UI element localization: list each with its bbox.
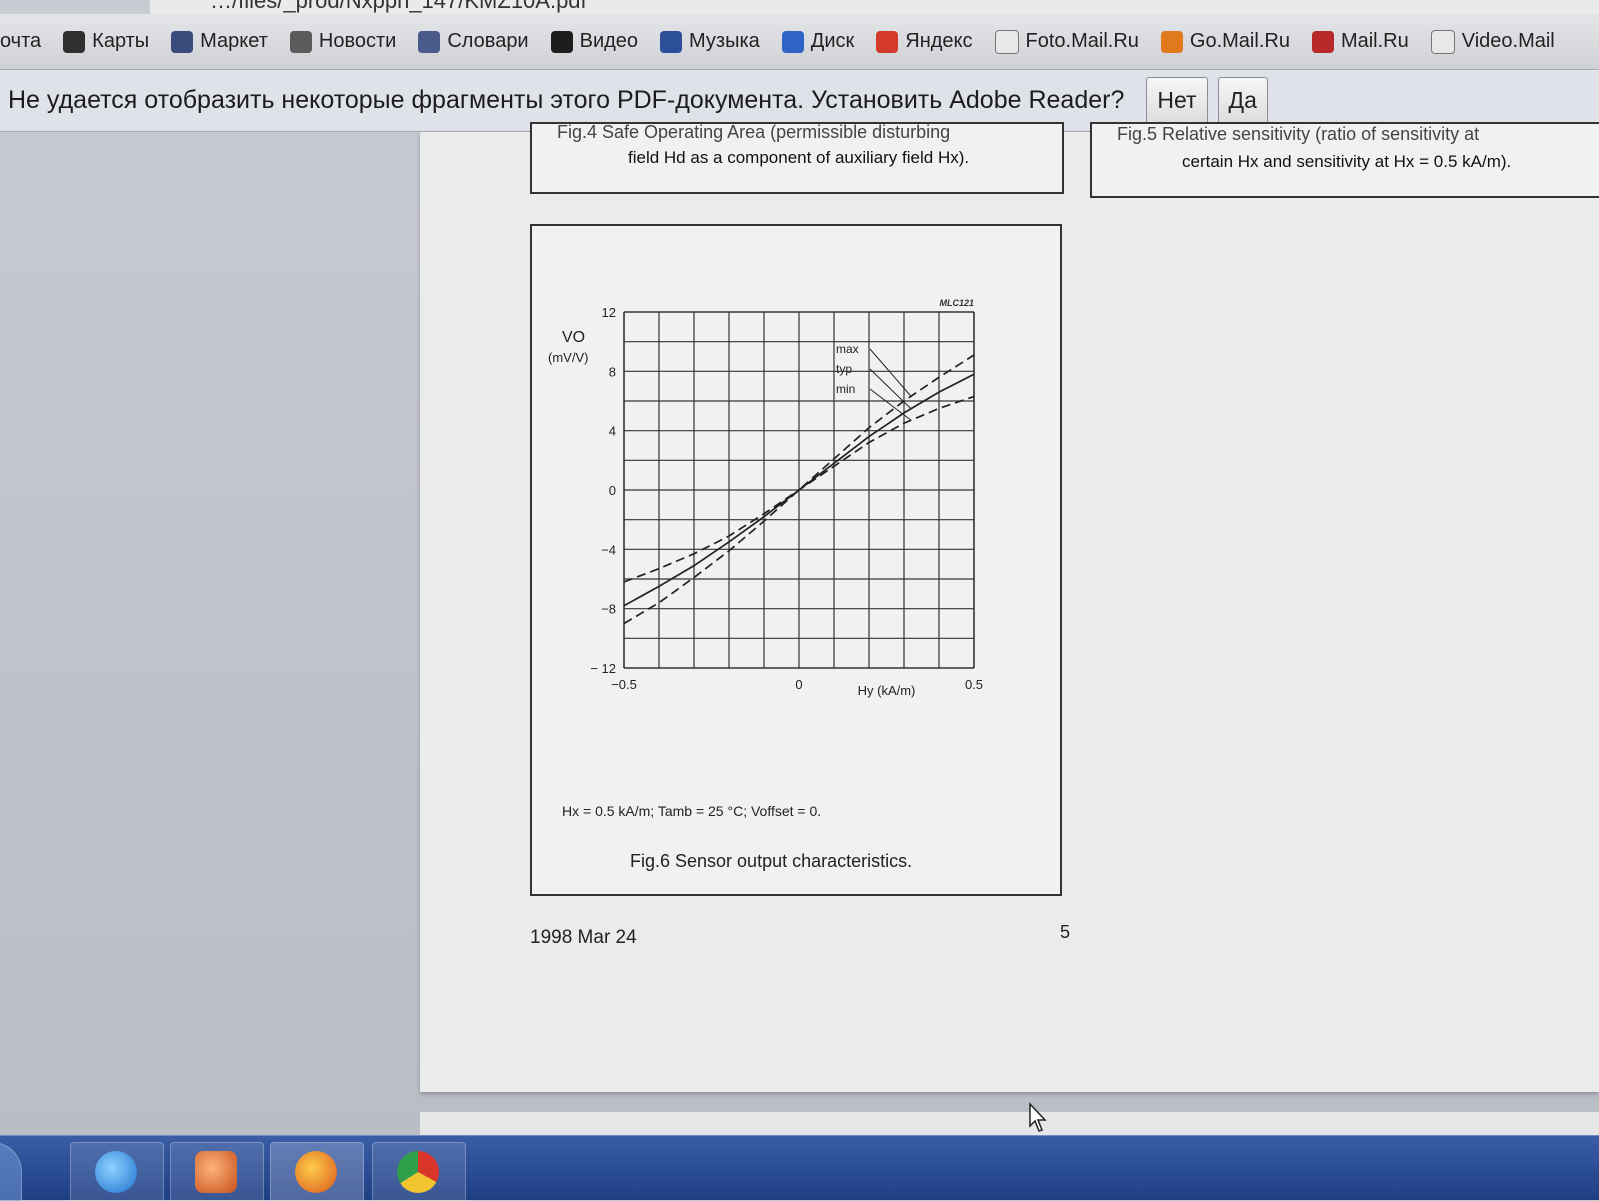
series-label-typ: typ — [836, 362, 852, 376]
x-tick-label: 0 — [795, 677, 802, 692]
bookmark-5[interactable]: Видео — [550, 30, 639, 53]
bookmark-label: Словари — [447, 30, 529, 52]
fig5-caption-box: Fig.5 Relative sensitivity (ratio of sen… — [1090, 122, 1599, 198]
sensor-output-chart: 12 8 4 0 −4 −8 − 12−0.5 0 0.5 VO (mV/V) Hy (kA/m) ML… — [548, 298, 983, 698]
address-bar[interactable]: …/files/_prod/Nxppn_147/KMZ10A.pdf — [150, 0, 1599, 15]
bookmark-4[interactable]: Словари — [418, 30, 529, 53]
bookmark-label: очта — [0, 30, 42, 52]
x-tick-label: 0.5 — [965, 677, 983, 692]
page-date: 1998 Mar 24 — [530, 927, 637, 948]
fig6-box: 12 8 4 0 −4 −8 − 12 −0.5 0 0.5 VO (mV/V) Hy (kA/m) ML… — [530, 224, 1062, 896]
bookmark-3[interactable]: Новости — [289, 30, 397, 53]
series-leader-min — [869, 388, 912, 421]
bookmark-9[interactable]: Foto.Mail.Ru — [994, 29, 1139, 54]
bookmark-1[interactable]: Карты — [63, 30, 149, 53]
no-button[interactable]: Нет — [1146, 76, 1208, 125]
chrome-icon — [397, 1151, 439, 1193]
maps-icon — [63, 30, 86, 53]
bookmark-0[interactable]: очта — [0, 30, 41, 53]
series-label-max: max — [836, 342, 859, 356]
media-player-icon — [195, 1151, 237, 1193]
ie-icon — [95, 1151, 137, 1193]
address-text: …/files/_prod/Nxppn_147/KMZ10A.pdf — [210, 0, 587, 13]
bookmark-label: Mail.Ru — [1340, 30, 1409, 52]
yes-button[interactable]: Да — [1217, 76, 1268, 125]
bookmark-label: Foto.Mail.Ru — [1025, 30, 1139, 52]
y-tick-label: −8 — [601, 602, 616, 617]
dictionary-icon — [418, 30, 441, 53]
yandex-icon — [876, 30, 899, 53]
taskbar-internet-explorer[interactable] — [70, 1142, 164, 1201]
figure-code: MLC121 — [939, 298, 974, 308]
bookmark-2[interactable]: Маркет — [171, 30, 268, 53]
bookmark-label: Go.Mail.Ru — [1189, 30, 1290, 52]
bookmark-label: Видео — [579, 30, 639, 52]
y-tick-label: 0 — [609, 483, 616, 498]
go-mail-icon — [1160, 30, 1183, 53]
bookmark-7[interactable]: Диск — [781, 30, 855, 53]
taskbar-media-player[interactable] — [170, 1142, 264, 1201]
bookmark-label: Video.Mail — [1461, 30, 1555, 52]
pdf-page: Fig.4 Safe Operating Area (permissible d… — [420, 122, 1599, 1092]
series-label-min: min — [836, 382, 855, 396]
bookmark-8[interactable]: Яндекс — [876, 30, 973, 53]
fig6-conditions: Hx = 0.5 kA/m; Tamb = 25 °C; Voffset = 0… — [562, 803, 822, 819]
bookmark-11[interactable]: Mail.Ru — [1311, 30, 1409, 53]
infobar-message: Не удается отобразить некоторые фрагмент… — [8, 86, 1125, 114]
video-icon — [550, 30, 573, 53]
taskbar — [0, 1135, 1599, 1201]
fig4-caption-cut: Fig.4 Safe Operating Area (permissible d… — [557, 122, 951, 142]
bookmark-label: Яндекс — [905, 30, 973, 52]
start-button[interactable] — [0, 1142, 22, 1201]
pdf-viewer[interactable]: Fig.4 Safe Operating Area (permissible d… — [0, 122, 1599, 1142]
music-icon — [660, 30, 683, 53]
y-tick-label: − 12 — [590, 661, 616, 676]
news-icon — [289, 30, 312, 53]
fig4-caption-box: Fig.4 Safe Operating Area (permissible d… — [530, 122, 1064, 194]
bookmark-6[interactable]: Музыка — [660, 30, 760, 53]
taskbar-chrome[interactable] — [372, 1142, 466, 1201]
bookmark-label: Новости — [318, 30, 397, 52]
page-icon — [1430, 29, 1455, 54]
market-icon — [171, 30, 194, 53]
mouse-cursor-icon — [1029, 1102, 1047, 1132]
bookmarks-bar: очта Карты Маркет Новости Словари Видео Музыка… — [0, 14, 1599, 70]
bookmark-10[interactable]: Go.Mail.Ru — [1160, 30, 1290, 53]
bookmark-label: Диск — [810, 30, 855, 52]
fig4-caption: field Hd as a component of auxiliary fie… — [628, 148, 970, 167]
y-tick-label: −4 — [601, 542, 616, 557]
fig5-caption: certain Hx and sensitivity at Hx = 0.5 k… — [1182, 152, 1512, 171]
y-tick-label: 12 — [602, 305, 616, 320]
bookmark-12[interactable]: Video.Mail — [1430, 29, 1555, 54]
disk-icon — [781, 30, 804, 53]
bookmark-label: Музыка — [689, 30, 760, 52]
bookmark-label: Карты — [92, 30, 150, 52]
page-icon — [994, 29, 1019, 54]
fig6-caption: Fig.6 Sensor output characteristics. — [630, 851, 913, 871]
y-tick-label: 4 — [609, 424, 616, 439]
firefox-icon — [295, 1151, 337, 1193]
mailru-icon — [1311, 30, 1334, 53]
x-tick-label: −0.5 — [611, 677, 637, 692]
x-axis-label: Hy (kA/m) — [858, 683, 916, 698]
taskbar-firefox[interactable] — [270, 1142, 364, 1201]
y-tick-label: 8 — [609, 364, 616, 379]
bookmark-label: Маркет — [200, 30, 268, 52]
y-axis-unit: (mV/V) — [548, 350, 588, 365]
page-number: 5 — [1060, 922, 1071, 942]
y-axis-label: VO — [562, 329, 585, 346]
fig5-caption-cut: Fig.5 Relative sensitivity (ratio of sen… — [1117, 124, 1480, 144]
